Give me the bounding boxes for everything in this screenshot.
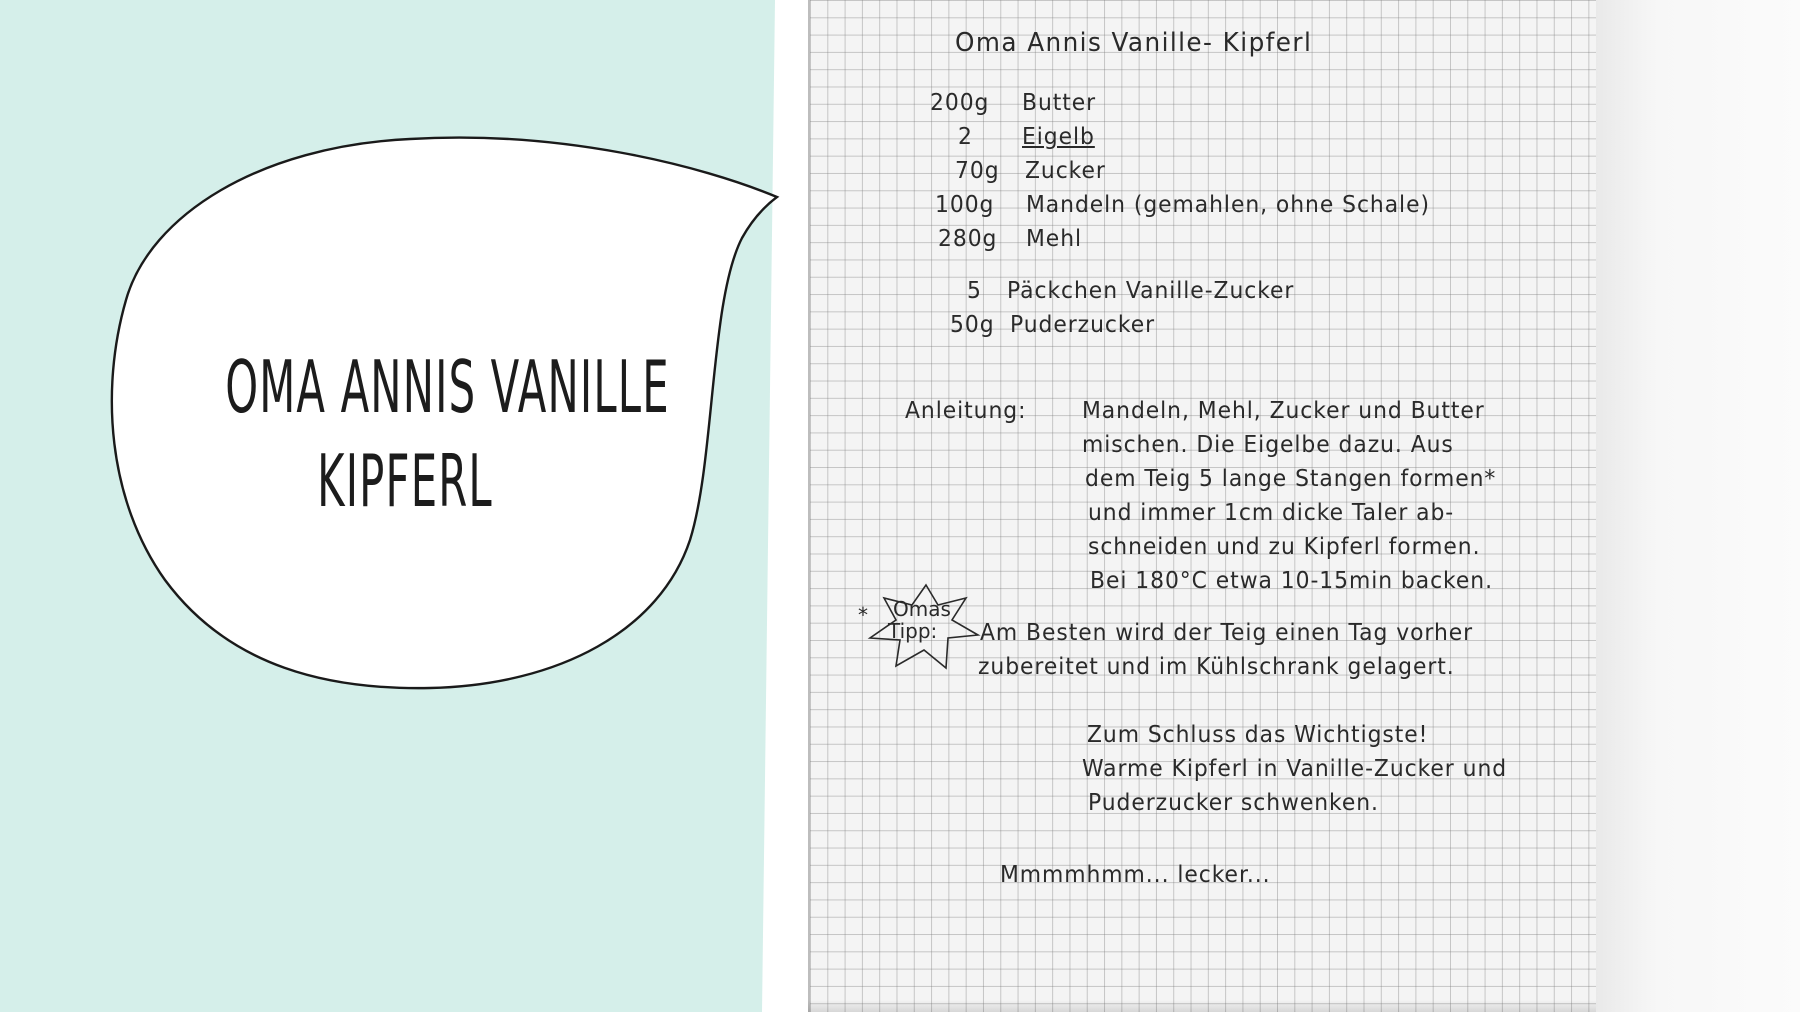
ingredient-amount: 280g [938, 226, 998, 252]
final-line: Puderzucker schwenken. [1088, 790, 1379, 816]
paper-background-edge [1596, 0, 1800, 1012]
paper-bottom-shadow [808, 1000, 1596, 1012]
instruction-line: Mandeln, Mehl, Zucker und Butter [1082, 398, 1485, 424]
tip-star-line-1: Omas [893, 597, 951, 621]
closing-line: Mmmmhmm... lecker... [1000, 862, 1271, 888]
instruction-line: und immer 1cm dicke Taler ab- [1088, 500, 1455, 526]
ingredient-item: Butter [1022, 90, 1097, 116]
bubble-title: OMA ANNIS VANILLE KIPFERL [95, 340, 715, 540]
bubble-title-line-2: KIPFERL [317, 439, 493, 523]
final-line: Zum Schluss das Wichtigste! [1087, 722, 1429, 748]
ingredient-amount: 50g [950, 312, 995, 338]
instruction-line: mischen. Die Eigelbe dazu. Aus [1082, 432, 1454, 458]
ingredient-amount: 70g [955, 158, 1000, 184]
recipe-title: Oma Annis Vanille- Kipferl [955, 28, 1313, 58]
tip-asterisk: * [858, 603, 868, 627]
ingredient-item: Zucker [1025, 158, 1106, 184]
ingredient-amount: 2 [958, 124, 973, 150]
ingredient-amount: 5 [967, 278, 982, 304]
slide: OMA ANNIS VANILLE KIPFERL Oma Annis Vani… [0, 0, 1800, 1012]
ingredient-item: Mandeln (gemahlen, ohne Schale) [1026, 192, 1430, 218]
ingredient-amount: 200g [930, 90, 990, 116]
tip-line: Am Besten wird der Teig einen Tag vorher [980, 620, 1474, 646]
instruction-line: dem Teig 5 lange Stangen formen* [1085, 466, 1497, 492]
ingredient-item: Päckchen Vanille-Zucker [1007, 278, 1295, 304]
tip-star-line-2: Tipp: [888, 619, 938, 643]
bubble-title-line-1: OMA ANNIS VANILLE [225, 345, 670, 429]
tip-line: zubereitet und im Kühlschrank gelagert. [978, 654, 1455, 680]
ingredient-item: Puderzucker [1010, 312, 1156, 338]
ingredient-item: Mehl [1026, 226, 1083, 252]
instructions-label: Anleitung: [905, 398, 1027, 424]
ingredient-amount: 100g [935, 192, 995, 218]
ingredient-item: Eigelb [1022, 124, 1095, 150]
instruction-line: schneiden und zu Kipferl formen. [1088, 534, 1481, 560]
instruction-line: Bei 180°C etwa 10-15min backen. [1090, 568, 1493, 594]
final-line: Warme Kipferl in Vanille-Zucker und [1082, 756, 1508, 782]
